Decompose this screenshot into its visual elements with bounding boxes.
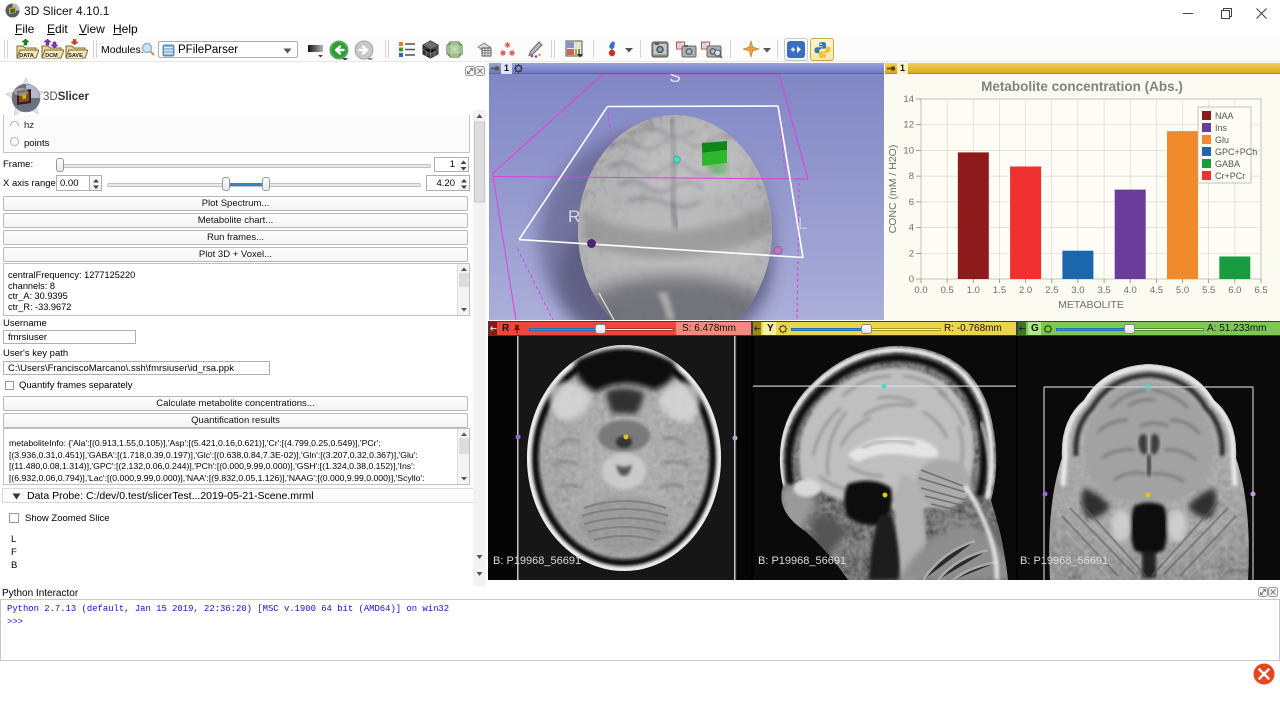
svg-text:CONC (mM / H2O): CONC (mM / H2O) — [887, 145, 899, 234]
svg-text:8: 8 — [909, 171, 914, 182]
svg-text:3.0: 3.0 — [1071, 285, 1084, 296]
svg-text:6.5: 6.5 — [1254, 285, 1267, 296]
svg-text:0.5: 0.5 — [941, 285, 954, 296]
svg-text:0.0: 0.0 — [914, 285, 927, 296]
svg-text:DATA: DATA — [19, 53, 33, 59]
svg-text:10: 10 — [903, 145, 914, 156]
svg-text:2: 2 — [909, 248, 914, 259]
svg-text:L: L — [798, 214, 807, 233]
svg-text:Glu: Glu — [1215, 135, 1229, 145]
svg-text:Cr+PCr: Cr+PCr — [1215, 171, 1245, 181]
svg-text:1.0: 1.0 — [967, 285, 980, 296]
svg-text:4.0: 4.0 — [1124, 285, 1137, 296]
svg-text:1.5: 1.5 — [993, 285, 1006, 296]
svg-text:5.5: 5.5 — [1202, 285, 1215, 296]
svg-text:6: 6 — [909, 197, 914, 208]
svg-text:DCM: DCM — [45, 53, 58, 59]
svg-text:4: 4 — [909, 223, 914, 234]
svg-text:Ins: Ins — [1215, 123, 1228, 133]
svg-text:6.0: 6.0 — [1228, 285, 1241, 296]
svg-text:B: P19968_56691: B: P19968_56691 — [758, 555, 846, 567]
svg-text:4.5: 4.5 — [1150, 285, 1163, 296]
svg-text:2.5: 2.5 — [1045, 285, 1058, 296]
svg-text:Metabolite concentration (Abs.: Metabolite concentration (Abs.) — [981, 79, 1183, 94]
svg-text:METABOLITE: METABOLITE — [1058, 299, 1124, 311]
svg-text:12: 12 — [903, 120, 914, 131]
svg-text:SAVE: SAVE — [68, 53, 83, 59]
svg-text:B: P19968_56691: B: P19968_56691 — [1020, 555, 1108, 567]
svg-text:GABA: GABA — [1215, 159, 1240, 169]
svg-text:0: 0 — [909, 274, 914, 285]
svg-text:B: P19968_56691: B: P19968_56691 — [493, 555, 581, 567]
svg-text:3.5: 3.5 — [1097, 285, 1110, 296]
svg-text:NAA: NAA — [1215, 111, 1234, 121]
svg-text:5.0: 5.0 — [1176, 285, 1189, 296]
svg-text:14: 14 — [903, 94, 914, 105]
svg-text:2.0: 2.0 — [1019, 285, 1032, 296]
svg-text:R: R — [568, 207, 580, 226]
svg-text:GPC+PCh: GPC+PCh — [1215, 147, 1257, 157]
